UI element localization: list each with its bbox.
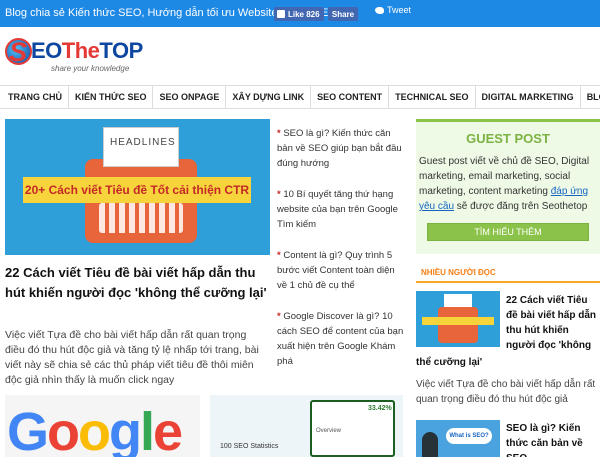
google-logo-text: Google: [7, 402, 183, 457]
seo-statistics-label: 100 SEO Statistics: [220, 443, 279, 450]
popular-heading-label: NHIỀU NGƯỜI ĐỌC: [421, 268, 496, 277]
list-item[interactable]: * SEO là gì? Kiến thức căn bản về SEO gi…: [277, 126, 405, 171]
guest-post-title: GUEST POST: [466, 131, 550, 146]
facebook-share-button[interactable]: Share: [328, 7, 358, 21]
nav-item-link-building[interactable]: XÂY DỰNG LINK: [226, 86, 312, 108]
top-bar: Blog chia sẻ Kiến thức SEO, Hướng dẫn tố…: [0, 0, 600, 27]
popular-post-title-2[interactable]: SEO là gì? Kiến thức căn bản về SEO: [506, 421, 598, 457]
site-logo[interactable]: S EOTheTOP share your knowledge: [5, 35, 145, 77]
facebook-like-label: Like 826: [288, 9, 320, 19]
thumbs-up-icon: [277, 10, 285, 18]
guest-post-widget: GUEST POST Guest post viết về chủ đề SEO…: [416, 119, 600, 254]
logo-wordmark: EOTheTOP: [31, 38, 143, 64]
nav-item-blog[interactable]: BLOG: [581, 86, 600, 108]
logo-text-eo: EO: [31, 38, 62, 63]
mini-typewriter-illustration: [438, 307, 478, 343]
logo-s-letter: S: [9, 37, 28, 67]
seo-statistics-thumbnail[interactable]: 100 SEO Statistics 33.42% Overview: [210, 395, 403, 457]
nav-item-seo-onpage[interactable]: SEO ONPAGE: [153, 86, 227, 108]
popular-post-title-continued[interactable]: thể cưỡng lại': [416, 355, 600, 370]
featured-image-banner: 20+ Cách viết Tiêu đề Tốt cải thiện CTR: [23, 177, 251, 203]
logo-text-top: TOP: [99, 38, 143, 63]
popular-post-thumbnail-2[interactable]: What is SEO?: [416, 420, 500, 457]
guest-post-description: Guest post viết về chủ đề SEO, Digital m…: [419, 154, 599, 214]
what-is-seo-bubble: What is SEO?: [446, 428, 492, 444]
list-item[interactable]: * Google Discover là gì? 10 cách SEO để …: [277, 309, 405, 369]
nav-item-seo-content[interactable]: SEO CONTENT: [311, 86, 390, 108]
nav-item-digital-marketing[interactable]: DIGITAL MARKETING: [476, 86, 581, 108]
overview-label: Overview: [316, 428, 342, 434]
twitter-bird-icon: [375, 6, 384, 14]
logo-subtitle: share your knowledge: [51, 64, 130, 73]
main-navigation: TRANG CHỦ KIẾN THỨC SEO SEO ONPAGE XÂY D…: [0, 85, 600, 109]
headlines-label: HEADLINES: [110, 137, 176, 148]
list-item[interactable]: * 10 Bí quyết tăng thứ hạng website của …: [277, 187, 405, 232]
nav-item-home[interactable]: TRANG CHỦ: [6, 86, 69, 108]
popular-post-excerpt: Việc viết Tựa đề cho bài viết hấp dẫn rấ…: [416, 379, 596, 405]
nav-item-technical-seo[interactable]: TECHNICAL SEO: [389, 86, 476, 108]
featured-post-excerpt: Việc viết Tựa đề cho bài viết hấp dẫn rấ…: [5, 329, 259, 386]
guest-text-after: sẽ được đăng trên Seothetop: [454, 201, 588, 212]
popular-post-title[interactable]: 22 Cách viết Tiêu đề bài viết hấp dẫn th…: [506, 293, 598, 353]
tweet-label: Tweet: [387, 5, 412, 15]
tweet-button[interactable]: Tweet: [375, 4, 411, 16]
learn-more-button[interactable]: TÌM HIỂU THÊM: [427, 223, 589, 241]
list-item-title: Content là gì? Quy trình 5 bước viết Con…: [277, 250, 395, 291]
mini-banner-illustration: [422, 317, 494, 325]
featured-post-title[interactable]: 22 Cách viết Tiêu đề bài viết hấp dẫn th…: [5, 263, 267, 303]
person-illustration: [422, 432, 438, 457]
list-item[interactable]: * Content là gì? Quy trình 5 bước viết C…: [277, 248, 405, 293]
mini-paper-illustration: [444, 294, 472, 308]
list-item-title: 10 Bí quyết tăng thứ hạng website của bạ…: [277, 189, 398, 230]
typewriter-keys: [99, 203, 183, 233]
list-item-title: Google Discover là gì? 10 cách SEO để co…: [277, 311, 404, 367]
popular-posts-heading: NHIỀU NGƯỜI ĐỌC: [416, 263, 600, 283]
seo-stat-value: 33.42%: [368, 405, 392, 412]
google-post-thumbnail[interactable]: Google: [5, 395, 200, 457]
logo-text-the: The: [61, 38, 100, 63]
featured-post-image[interactable]: HEADLINES 20+ Cách viết Tiêu đề Tốt cải …: [5, 119, 270, 255]
list-item-title: SEO là gì? Kiến thức căn bản về SEO giúp…: [277, 128, 402, 169]
nav-item-seo-knowledge[interactable]: KIẾN THỨC SEO: [69, 86, 154, 108]
recent-posts-list: * SEO là gì? Kiến thức căn bản về SEO gi…: [277, 126, 405, 385]
facebook-like-button[interactable]: Like 826: [274, 7, 324, 21]
popular-post-thumbnail[interactable]: [416, 291, 500, 347]
